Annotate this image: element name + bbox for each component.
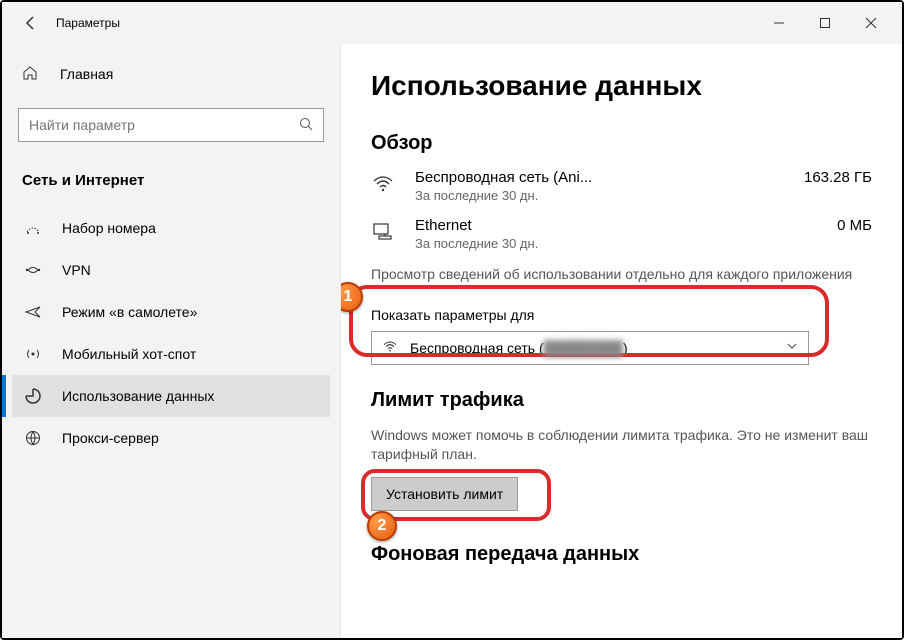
usage-row-ethernet[interactable]: Ethernet За последние 30 дн. 0 МБ [371,217,872,251]
sidebar-item-label: Использование данных [62,388,214,404]
sidebar-item-label: Набор номера [62,220,156,236]
sidebar-item-label: Прокси-сервер [62,430,159,446]
sidebar-item-label: Режим «в самолете» [62,304,197,320]
page-title: Использование данных [371,70,872,102]
sidebar-home[interactable]: Главная [12,54,330,94]
proxy-icon [22,429,44,447]
usage-row-wifi[interactable]: Беспроводная сеть (Ani... За последние 3… [371,169,872,203]
maximize-button[interactable] [802,2,848,44]
search-box[interactable] [18,108,324,142]
sidebar-item-dialup[interactable]: Набор номера [12,207,330,249]
back-button[interactable] [10,2,52,44]
sidebar-section-title: Сеть и Интернет [12,162,330,207]
annotation-badge-2: 2 [367,511,397,541]
dialup-icon [22,219,44,237]
close-button[interactable] [848,2,894,44]
sidebar-item-label: VPN [62,262,91,278]
set-limit-button[interactable]: Установить лимит [371,477,518,511]
search-icon [299,117,313,134]
usage-name: Беспроводная сеть (Ani... [415,169,784,186]
per-app-link[interactable]: Просмотр сведений об использовании отдел… [371,265,872,285]
data-usage-icon [22,387,44,405]
limit-heading: Лимит трафика [371,389,872,412]
usage-name: Ethernet [415,217,817,234]
sidebar-item-data-usage[interactable]: Использование данных [12,375,330,417]
usage-value: 0 МБ [837,217,872,234]
sidebar-item-airplane[interactable]: Режим «в самолете» [12,291,330,333]
overview-heading: Обзор [371,132,872,155]
hotspot-icon [22,345,44,363]
background-heading: Фоновая передача данных [371,543,872,566]
sidebar-item-proxy[interactable]: Прокси-сервер [12,417,330,459]
sidebar-item-label: Мобильный хот-спот [62,346,196,362]
sidebar-item-hotspot[interactable]: Мобильный хот-спот [12,333,330,375]
sidebar-item-vpn[interactable]: VPN [12,249,330,291]
main-content: Использование данных Обзор Беспроводная … [340,44,902,638]
window-title: Параметры [52,16,756,30]
vpn-icon [22,261,44,279]
search-input[interactable] [29,117,299,133]
sidebar: Главная Сеть и Интернет Набор номера VPN… [2,44,340,638]
home-icon [22,65,44,84]
usage-sub: За последние 30 дн. [415,188,784,203]
ethernet-icon [371,219,399,246]
minimize-button[interactable] [756,2,802,44]
limit-desc: Windows может помочь в соблюдении лимита… [371,426,872,465]
usage-value: 163.28 ГБ [804,169,872,186]
titlebar: Параметры [2,2,902,44]
sidebar-home-label: Главная [60,66,113,82]
wifi-icon [371,171,399,198]
usage-sub: За последние 30 дн. [415,236,817,251]
airplane-icon [22,303,44,321]
